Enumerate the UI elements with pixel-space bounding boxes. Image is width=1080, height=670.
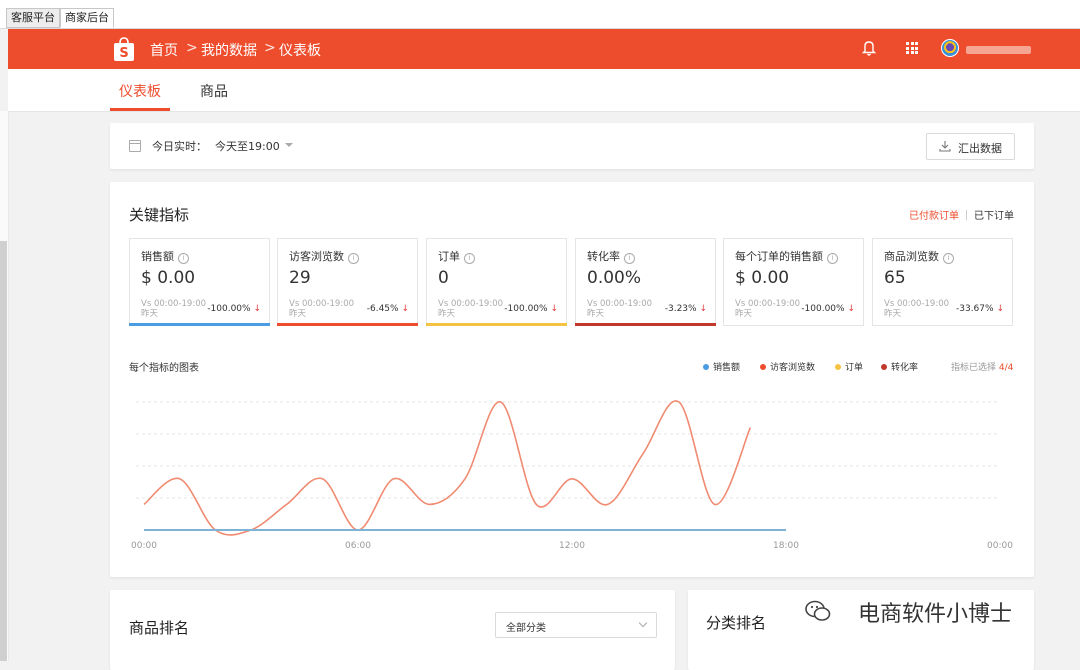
chevron-down-icon[interactable] xyxy=(285,143,293,147)
username-redacted[interactable] xyxy=(966,46,1031,54)
wechat-icon xyxy=(805,600,831,621)
category-ranking-title: 分类排名 xyxy=(706,614,767,632)
user-avatar[interactable] xyxy=(941,39,959,57)
breadcrumb-my-data[interactable]: 我的数据 xyxy=(201,40,257,60)
top-header: S 首页 > 我的数据 > 仪表板 xyxy=(8,29,1080,69)
x-tick-label: 12:00 xyxy=(559,541,585,551)
date-range-select[interactable]: 今天至19:00 xyxy=(215,138,280,154)
product-ranking-card: 商品排名 全部分类 xyxy=(110,590,675,670)
sub-navigation: 仪表板 商品 xyxy=(8,69,1080,112)
tab-merchant-backend[interactable]: 商家后台 xyxy=(60,8,114,28)
tab-dashboard[interactable]: 仪表板 xyxy=(119,81,161,101)
product-ranking-title: 商品排名 xyxy=(129,619,190,637)
breadcrumb-separator: > xyxy=(186,40,198,56)
left-rail xyxy=(0,111,9,661)
x-tick-label: 00:00 xyxy=(131,541,157,551)
window-tab-strip: 客服平台 商家后台 xyxy=(0,0,1080,29)
x-tick-label: 18:00 xyxy=(773,541,799,551)
active-tab-indicator xyxy=(110,108,170,111)
filter-label: 今日实时： xyxy=(152,140,207,153)
left-scrollbar[interactable] xyxy=(0,241,7,661)
date-filter-bar: 今日实时： 今天至19:00 汇出数据 xyxy=(110,123,1034,169)
breadcrumb-dashboard: 仪表板 xyxy=(279,43,321,59)
series-line-visitors xyxy=(143,400,752,536)
tab-products[interactable]: 商品 xyxy=(200,81,228,101)
x-tick-label: 06:00 xyxy=(345,541,371,551)
shopee-logo-icon[interactable]: S xyxy=(113,37,135,62)
notification-bell-icon[interactable] xyxy=(861,39,877,57)
svg-text:S: S xyxy=(119,46,128,61)
x-tick-label: 00:00 xyxy=(987,541,1013,551)
watermark-text: 电商软件小博士 xyxy=(858,602,1013,627)
breadcrumb-separator: > xyxy=(264,40,276,56)
key-metrics-card: 关键指标 已付款订单 已下订单 销售额 i $ 0.00 Vs 00:00-19:0… xyxy=(110,182,1034,577)
tab-customer-service[interactable]: 客服平台 xyxy=(6,8,60,28)
export-data-label: 汇出数据 xyxy=(958,142,1002,155)
breadcrumb-home[interactable]: 首页 xyxy=(150,40,178,60)
calendar-icon xyxy=(129,140,141,152)
download-icon xyxy=(939,141,951,152)
export-data-button[interactable]: 汇出数据 xyxy=(926,133,1015,160)
category-filter-select[interactable]: 全部分类 xyxy=(495,612,657,638)
apps-grid-icon[interactable] xyxy=(906,42,918,54)
metrics-line-chart: 00:00 06:00 12:00 18:00 00:00 xyxy=(131,400,1013,551)
chevron-down-icon xyxy=(638,618,648,628)
